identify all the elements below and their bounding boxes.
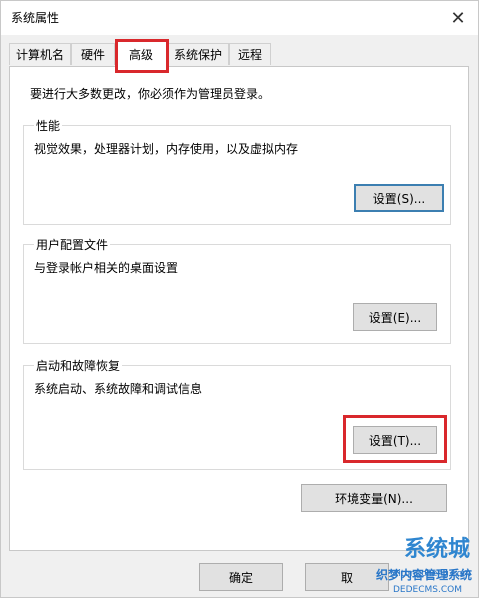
startup-recovery-group: 启动和故障恢复 系统启动、系统故障和调试信息 设置(T)...	[23, 357, 451, 470]
user-profiles-legend: 用户配置文件	[34, 236, 111, 253]
ok-button[interactable]: 确定	[199, 563, 283, 591]
performance-legend: 性能	[34, 117, 63, 134]
user-profiles-group: 用户配置文件 与登录帐户相关的桌面设置 设置(E)...	[23, 236, 451, 344]
startup-recovery-settings-button[interactable]: 设置(T)...	[353, 426, 437, 454]
performance-settings-button[interactable]: 设置(S)...	[354, 184, 444, 212]
close-icon[interactable]: ✕	[438, 1, 478, 35]
watermark-domain: xitongcheng.com	[393, 569, 471, 579]
tab-remote[interactable]: 远程	[229, 43, 271, 65]
startup-recovery-description: 系统启动、系统故障和调试信息	[34, 382, 203, 396]
environment-variables-button[interactable]: 环境变量(N)...	[301, 484, 447, 512]
tab-advanced[interactable]: 高级	[115, 41, 167, 67]
advanced-panel: 要进行大多数更改，你必须作为管理员登录。 性能 视觉效果，处理器计划，内存使用，…	[9, 66, 469, 551]
performance-group: 性能 视觉效果，处理器计划，内存使用，以及虚拟内存 设置(S)...	[23, 117, 451, 225]
watermark-line2: DEDECMS.COM	[393, 585, 462, 595]
tab-system-protection[interactable]: 系统保护	[167, 43, 229, 65]
admin-notice: 要进行大多数更改，你必须作为管理员登录。	[30, 87, 271, 101]
system-properties-dialog: 系统属性 ✕ 计算机名 硬件 高级 系统保护 远程 要进行大多数更改，你必须作为…	[0, 0, 479, 598]
startup-recovery-legend: 启动和故障恢复	[34, 357, 123, 374]
cancel-button[interactable]: 取	[305, 563, 389, 591]
tab-hardware[interactable]: 硬件	[71, 43, 115, 65]
user-profiles-description: 与登录帐户相关的桌面设置	[34, 261, 179, 275]
user-profiles-settings-button[interactable]: 设置(E)...	[353, 303, 437, 331]
tab-strip: 计算机名 硬件 高级 系统保护 远程	[9, 41, 469, 67]
title-bar: 系统属性 ✕	[1, 1, 478, 35]
tab-computer-name[interactable]: 计算机名	[9, 43, 71, 65]
window-title: 系统属性	[11, 11, 60, 25]
performance-description: 视觉效果，处理器计划，内存使用，以及虚拟内存	[34, 142, 299, 156]
